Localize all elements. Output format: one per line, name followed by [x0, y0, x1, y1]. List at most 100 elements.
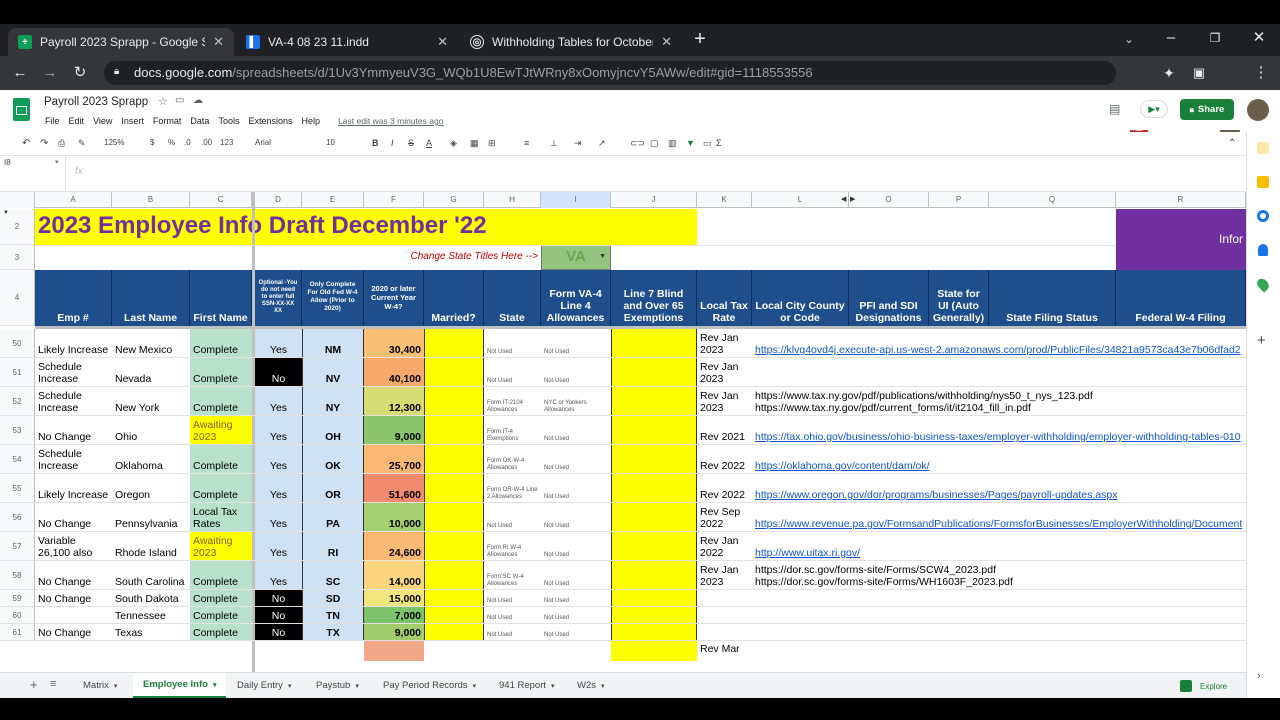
- name-box-dropdown-icon[interactable]: ▾: [55, 158, 59, 166]
- cell-state[interactable]: Form IT-4 Exemptions: [484, 416, 541, 445]
- cell-w4-current[interactable]: 25,700: [364, 445, 424, 474]
- menu-tools[interactable]: Tools: [218, 116, 239, 126]
- explore-button[interactable]: Explore: [1180, 676, 1240, 696]
- cell-line7[interactable]: [611, 561, 697, 590]
- cell-emp[interactable]: No Change: [35, 561, 112, 590]
- column-header[interactable]: L: [752, 192, 849, 208]
- cell-first-name[interactable]: Review Local Tax Rates: [190, 503, 252, 532]
- cell-local-tax-rate[interactable]: Rev Mar: [697, 643, 752, 657]
- url-text[interactable]: https://oklahoma.gov/content/dam/ok/: [755, 460, 930, 472]
- comments-icon[interactable]: ▤: [1109, 102, 1120, 116]
- row-header[interactable]: 60: [0, 607, 35, 624]
- cell-local-city[interactable]: https://tax.ohio.gov/business/ohio-busin…: [752, 416, 1246, 445]
- cell-emp[interactable]: No Change: [35, 416, 112, 445]
- cell-ssn[interactable]: Yes: [255, 416, 302, 445]
- cell-married[interactable]: [424, 607, 484, 624]
- cell-married[interactable]: [424, 624, 484, 641]
- cell-va4[interactable]: Not Used: [541, 474, 611, 503]
- cell-ssn[interactable]: Yes: [255, 503, 302, 532]
- cell-ssn[interactable]: Yes: [255, 474, 302, 503]
- cell-state[interactable]: Not Used: [484, 503, 541, 532]
- increase-decimal-button[interactable]: .00: [201, 138, 212, 147]
- cell-married[interactable]: [424, 329, 484, 358]
- cell-last-name[interactable]: Texas: [112, 624, 190, 641]
- keep-icon[interactable]: [1257, 176, 1269, 188]
- currency-format-button[interactable]: $: [150, 138, 154, 147]
- url-text[interactable]: https://dor.sc.gov/forms-site/Forms/WH16…: [755, 576, 1013, 588]
- cell-va4[interactable]: Not Used: [541, 358, 611, 387]
- url-text[interactable]: https://www.tax.ny.gov/pdf/publications/…: [755, 390, 1093, 402]
- cell-local-city[interactable]: http://www.uitax.ri.gov/: [752, 532, 1246, 561]
- cell-w4-current[interactable]: 30,400: [364, 329, 424, 358]
- menu-file[interactable]: File: [45, 116, 60, 126]
- borders-icon[interactable]: ▦: [470, 138, 479, 149]
- cell-ssn[interactable]: No: [255, 624, 302, 641]
- url-text[interactable]: https://klvg4ovd4j.execute-api.us-west-2…: [755, 344, 1241, 356]
- cell-local-city[interactable]: https://oklahoma.gov/content/dam/ok/: [752, 445, 1246, 474]
- last-edit-link[interactable]: Last edit was 3 minutes ago: [338, 116, 443, 126]
- cell-emp[interactable]: No Change: [35, 590, 112, 607]
- cell-line7[interactable]: [611, 474, 697, 503]
- font-select[interactable]: Arial: [255, 138, 271, 147]
- cell-local-tax-rate[interactable]: Rev 2022: [697, 445, 752, 474]
- show-side-panel-icon[interactable]: ›: [1257, 670, 1261, 682]
- row-header[interactable]: 54: [0, 445, 35, 474]
- all-sheets-icon[interactable]: ≡: [50, 678, 56, 690]
- menu-view[interactable]: View: [93, 116, 112, 126]
- cell-va4[interactable]: Not Used: [541, 329, 611, 358]
- cell-fed-w4-allow[interactable]: PA: [302, 503, 364, 532]
- cell-emp[interactable]: No Change: [35, 624, 112, 641]
- cell-first-name[interactable]: Complete: [190, 624, 252, 641]
- cell-last-name[interactable]: New Mexico: [112, 329, 190, 358]
- cell-va4[interactable]: Not Used: [541, 590, 611, 607]
- cell-last-name[interactable]: Pennsylvania: [112, 503, 190, 532]
- menu-help[interactable]: Help: [301, 116, 320, 126]
- document-title[interactable]: Payroll 2023 Sprapp: [44, 96, 148, 108]
- cell-local-tax-rate[interactable]: Rev Jan 2023: [697, 358, 752, 387]
- cell-fed-w4-allow[interactable]: RI: [302, 532, 364, 561]
- cell-local-tax-rate[interactable]: [697, 624, 752, 641]
- select-all-corner[interactable]: [0, 192, 35, 208]
- cell-last-name[interactable]: Tennessee: [112, 607, 190, 624]
- sheet-tab-pay-period-records[interactable]: Pay Period Records ▾: [373, 673, 486, 698]
- cell-ssn[interactable]: Yes: [255, 561, 302, 590]
- cell-fed-w4-allow[interactable]: TN: [302, 607, 364, 624]
- cell-first-name[interactable]: Complete: [190, 387, 252, 416]
- cell-line7[interactable]: [611, 445, 697, 474]
- cell-last-name[interactable]: Ohio: [112, 416, 190, 445]
- browser-tab-va4[interactable]: ▌ VA-4 08 23 11.indd ✕: [236, 28, 458, 56]
- merge-cells-icon[interactable]: ⊞: [488, 138, 496, 149]
- cell-ssn[interactable]: Yes: [255, 329, 302, 358]
- cell-state[interactable]: Not Used: [484, 329, 541, 358]
- cell-local-tax-rate[interactable]: Rev Jan 2023: [697, 561, 752, 590]
- cell-line7[interactable]: [611, 416, 697, 445]
- cell-state[interactable]: Not Used: [484, 590, 541, 607]
- name-box[interactable]: I8: [4, 158, 11, 167]
- cell-last-name[interactable]: Oklahoma: [112, 445, 190, 474]
- cell-local-tax-rate[interactable]: Rev Jan 2023: [697, 329, 752, 358]
- percent-format-button[interactable]: %: [168, 138, 175, 147]
- cell-married[interactable]: [424, 416, 484, 445]
- cell-w4-current[interactable]: 9,000: [364, 416, 424, 445]
- get-addons-icon[interactable]: +: [1257, 332, 1266, 349]
- column-header[interactable]: D: [255, 192, 302, 208]
- cell-va4[interactable]: Not Used: [541, 503, 611, 532]
- row-header[interactable]: 57: [0, 532, 35, 561]
- row-header[interactable]: 52: [0, 387, 35, 416]
- extensions-puzzle-icon[interactable]: ✦: [1160, 65, 1178, 81]
- cell-local-city[interactable]: [752, 590, 1246, 607]
- column-header[interactable]: P: [929, 192, 989, 208]
- cell-ssn[interactable]: Yes: [255, 532, 302, 561]
- column-header[interactable]: O: [849, 192, 929, 208]
- cell-married[interactable]: [424, 445, 484, 474]
- contacts-icon[interactable]: [1258, 244, 1268, 256]
- row-header[interactable]: 51: [0, 358, 35, 387]
- cell-va4[interactable]: Not Used: [541, 561, 611, 590]
- redo-icon[interactable]: ↷: [40, 138, 48, 149]
- row-header[interactable]: 50: [0, 329, 35, 358]
- cell-w4-current[interactable]: 51,600: [364, 474, 424, 503]
- menu-edit[interactable]: Edit: [69, 116, 85, 126]
- share-button[interactable]: 🔒︎ Share: [1180, 99, 1234, 120]
- insert-link-icon[interactable]: ⊂⊃: [630, 138, 645, 149]
- row-header[interactable]: 55: [0, 474, 35, 503]
